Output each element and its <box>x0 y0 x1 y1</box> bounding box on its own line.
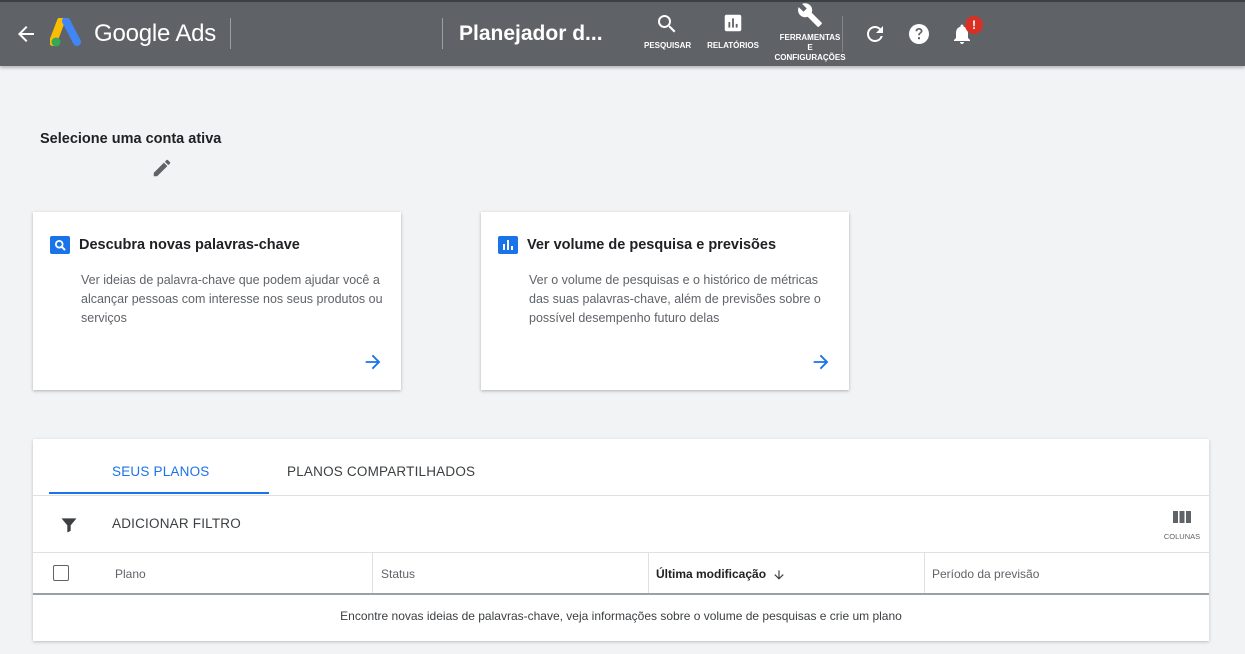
column-header-plan[interactable]: Plano <box>115 553 146 595</box>
bar-chart-icon <box>503 240 513 250</box>
search-icon <box>54 239 66 251</box>
columns-label: COLUNAS <box>1163 532 1201 541</box>
tools-settings-button[interactable]: FERRAMENTAS E CONFIGURAÇÕES <box>772 2 848 63</box>
card-title: Ver volume de pesquisa e previsões <box>527 237 777 253</box>
filter-icon[interactable] <box>59 515 79 535</box>
reports-icon <box>724 14 742 32</box>
column-separator <box>924 552 925 594</box>
column-header-status[interactable]: Status <box>381 553 415 595</box>
tabs-divider <box>33 495 1209 496</box>
header-separator <box>230 18 231 49</box>
tools-label-line-3: CONFIGURAÇÕES <box>774 53 846 62</box>
top-edge <box>0 0 1245 2</box>
add-filter-button[interactable]: ADICIONAR FILTRO <box>112 516 241 531</box>
notification-badge: ! <box>965 16 983 34</box>
columns-button[interactable]: COLUNAS <box>1159 509 1205 545</box>
select-all-checkbox[interactable] <box>53 565 69 581</box>
table-header-border <box>33 593 1209 595</box>
discover-keywords-card[interactable]: Descubra novas palavras-chave Ver ideias… <box>33 212 401 390</box>
card-search-icon-box <box>50 236 70 254</box>
column-header-last-modified[interactable]: Última modificação <box>656 553 786 595</box>
tools-label-line-1: FERRAMENTAS <box>779 33 841 42</box>
help-icon[interactable] <box>907 22 931 46</box>
top-app-bar: Google Ads Planejador d... PESQUISAR REL… <box>0 0 1245 66</box>
reports-tool-label: RELATÓRIOS <box>707 41 759 50</box>
column-separator <box>372 552 373 594</box>
account-selector-label: Selecione uma conta ativa <box>40 131 222 147</box>
back-arrow-icon[interactable] <box>14 22 38 46</box>
column-header-last-modified-label: Última modificação <box>656 567 767 581</box>
empty-table-message: Encontre novas ideias de palavras-chave,… <box>340 609 902 623</box>
tools-label-line-2: E <box>807 43 813 52</box>
search-tool-label: PESQUISAR <box>644 41 692 50</box>
tab-shared-plans[interactable]: PLANOS COMPARTILHADOS <box>287 464 475 479</box>
google-ads-logo-icon <box>50 18 81 47</box>
tab-your-plans[interactable]: SEUS PLANOS <box>112 464 210 479</box>
refresh-icon[interactable] <box>863 22 887 46</box>
card-chart-icon-box <box>498 236 518 254</box>
plans-panel: SEUS PLANOS PLANOS COMPARTILHADOS ADICIO… <box>33 439 1209 641</box>
page-title[interactable]: Planejador d... <box>459 22 603 46</box>
sort-descending-icon <box>774 570 784 580</box>
active-tab-indicator <box>49 492 269 494</box>
column-header-forecast-period[interactable]: Período da previsão <box>932 553 1039 595</box>
brand-name: Google Ads <box>94 20 217 47</box>
arrow-forward-icon[interactable] <box>810 351 832 373</box>
column-separator <box>648 552 649 594</box>
reports-tool-button[interactable]: RELATÓRIOS <box>706 12 760 51</box>
edit-pencil-icon[interactable] <box>151 157 173 179</box>
card-title: Descubra novas palavras-chave <box>79 237 300 253</box>
arrow-forward-icon[interactable] <box>362 351 384 373</box>
header-separator <box>442 18 443 49</box>
wrench-icon <box>798 3 822 27</box>
card-description: Ver ideias de palavra-chave que podem aj… <box>81 273 383 325</box>
search-tool-button[interactable]: PESQUISAR <box>644 12 692 51</box>
header-separator <box>842 16 843 52</box>
search-volume-forecast-card[interactable]: Ver volume de pesquisa e previsões Ver o… <box>481 212 849 390</box>
search-icon <box>658 15 676 33</box>
columns-icon <box>1173 511 1191 523</box>
card-description: Ver o volume de pesquisas e o histórico … <box>529 273 821 325</box>
